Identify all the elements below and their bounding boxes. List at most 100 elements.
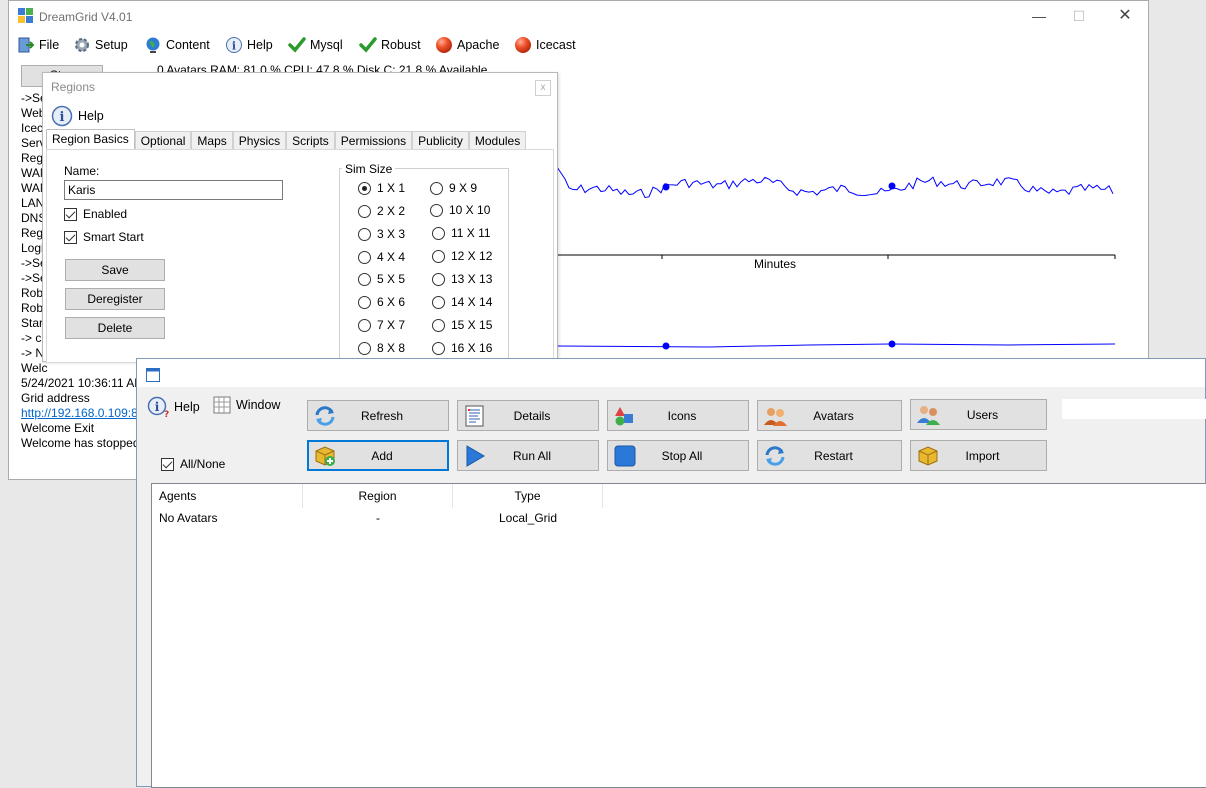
radio-dot[interactable]: [432, 226, 445, 240]
cell-region[interactable]: -: [303, 511, 453, 525]
log-line: 5/24/2021 10:36:11 AM: [21, 376, 141, 390]
sim-size-label: 14 X 14: [451, 295, 493, 309]
radio-dot[interactable]: [358, 227, 371, 241]
grid-menu-window[interactable]: Window: [213, 396, 280, 414]
avatars-button[interactable]: Avatars: [757, 400, 902, 431]
column-header-agents[interactable]: Agents: [152, 484, 303, 508]
stop-all-button[interactable]: Stop All: [607, 440, 749, 471]
cell-agents[interactable]: No Avatars: [159, 511, 217, 525]
sim-size-label: 12 X 12: [451, 249, 493, 263]
region-name-input[interactable]: Karis: [64, 180, 283, 200]
column-header-region[interactable]: Region: [303, 484, 453, 508]
radio-dot[interactable]: [358, 204, 371, 218]
radio-dot[interactable]: [432, 249, 445, 263]
enabled-check-box[interactable]: [64, 207, 77, 221]
help-icon: i?: [147, 396, 169, 418]
radio-dot[interactable]: [358, 250, 371, 264]
delete-button[interactable]: Delete: [65, 317, 165, 339]
sim-size-radio[interactable]: 6 X 6: [358, 295, 405, 309]
all-none-checkbox[interactable]: All/None: [161, 457, 225, 471]
sim-size-label: 9 X 9: [449, 181, 478, 195]
radio-dot[interactable]: [432, 341, 445, 355]
radio-dot[interactable]: [432, 318, 445, 332]
shapes-icon: [613, 405, 637, 430]
run-all-button[interactable]: Run All: [457, 440, 599, 471]
sim-size-label: 5 X 5: [377, 272, 406, 286]
svg-text:?: ?: [164, 410, 169, 418]
radio-dot[interactable]: [358, 272, 371, 286]
tab-publicity[interactable]: Publicity: [412, 131, 469, 151]
sim-size-label: 4 X 4: [377, 250, 406, 264]
radio-dot[interactable]: [358, 341, 371, 355]
chart-series-line: [556, 343, 1116, 348]
sim-size-label: 6 X 6: [377, 295, 406, 309]
grid-window-icon: [213, 396, 231, 414]
smart-start-check-box[interactable]: [64, 230, 77, 244]
cell-type[interactable]: Local_Grid: [453, 511, 603, 525]
details-button[interactable]: Details: [457, 400, 599, 431]
sim-size-radio[interactable]: 14 X 14: [432, 295, 492, 309]
tab-scripts[interactable]: Scripts: [286, 131, 335, 151]
restart-icon: [763, 445, 787, 470]
users-button[interactable]: Users: [910, 399, 1047, 430]
tab-physics[interactable]: Physics: [232, 131, 287, 151]
refresh-button[interactable]: Refresh: [307, 400, 449, 431]
sim-size-radio[interactable]: 9 X 9: [430, 181, 477, 195]
regions-close-button[interactable]: x: [535, 80, 551, 96]
tab-region-basics[interactable]: Region Basics: [46, 129, 135, 151]
add-box-icon: [313, 445, 337, 470]
tab-modules[interactable]: Modules: [468, 131, 527, 151]
radio-dot[interactable]: [432, 295, 445, 309]
tab-maps[interactable]: Maps: [191, 131, 233, 151]
radio-dot[interactable]: [358, 181, 371, 195]
sim-size-radio[interactable]: 12 X 12: [432, 249, 492, 263]
sim-size-radio[interactable]: 13 X 13: [432, 272, 492, 286]
radio-dot[interactable]: [432, 272, 445, 286]
name-label: Name:: [64, 164, 100, 178]
regions-help-label: Help: [78, 109, 104, 123]
column-header-type[interactable]: Type: [453, 484, 603, 508]
radio-dot[interactable]: [430, 181, 443, 195]
radio-dot[interactable]: [430, 203, 443, 217]
smart-start-checkbox[interactable]: Smart Start: [64, 230, 144, 244]
sim-size-radio[interactable]: 15 X 15: [432, 318, 492, 332]
svg-text:i: i: [60, 110, 65, 125]
sim-size-radio[interactable]: 16 X 16: [432, 341, 492, 355]
toolbar-blank-strip: [1062, 399, 1206, 419]
tab-permissions[interactable]: Permissions: [334, 131, 413, 151]
sim-size-radio[interactable]: 1 X 1: [358, 181, 405, 195]
save-button[interactable]: Save: [65, 259, 165, 281]
agents-list-view[interactable]: Agents Region Type No Avatars - Local_Gr…: [151, 483, 1206, 788]
sim-size-radio[interactable]: 10 X 10: [430, 203, 490, 217]
sim-size-label: 15 X 15: [451, 318, 493, 332]
restart-button[interactable]: Restart: [757, 440, 902, 471]
add-button[interactable]: Add: [307, 440, 449, 471]
all-none-check-box[interactable]: [161, 457, 174, 471]
grid-menu-help[interactable]: i? Help: [147, 396, 200, 418]
icons-button[interactable]: Icons: [607, 400, 749, 431]
info-icon: i: [51, 105, 73, 127]
grid-address-link[interactable]: http://192.168.0.109:80: [21, 406, 141, 421]
refresh-icon: [313, 405, 337, 430]
sim-size-label: 3 X 3: [377, 227, 406, 241]
sim-size-radio[interactable]: 3 X 3: [358, 227, 405, 241]
deregister-button[interactable]: Deregister: [65, 288, 165, 310]
sim-size-label: 16 X 16: [451, 341, 493, 355]
sim-size-radio[interactable]: 7 X 7: [358, 318, 405, 332]
sim-size-radio[interactable]: 5 X 5: [358, 272, 405, 286]
sim-size-label: 2 X 2: [377, 204, 406, 218]
regions-help[interactable]: i Help: [51, 105, 104, 127]
sim-size-radio[interactable]: 2 X 2: [358, 204, 405, 218]
radio-dot[interactable]: [358, 295, 371, 309]
sim-size-label: 13 X 13: [451, 272, 493, 286]
import-button[interactable]: Import: [910, 440, 1047, 471]
sim-size-radio[interactable]: 8 X 8: [358, 341, 405, 355]
avatars-icon: [763, 405, 789, 430]
play-icon: [463, 445, 487, 470]
stop-icon: [613, 445, 637, 470]
enabled-checkbox[interactable]: Enabled: [64, 207, 127, 221]
radio-dot[interactable]: [358, 318, 371, 332]
sim-size-radio[interactable]: 11 X 11: [432, 226, 491, 240]
tab-optional[interactable]: Optional: [134, 131, 192, 151]
sim-size-radio[interactable]: 4 X 4: [358, 250, 405, 264]
